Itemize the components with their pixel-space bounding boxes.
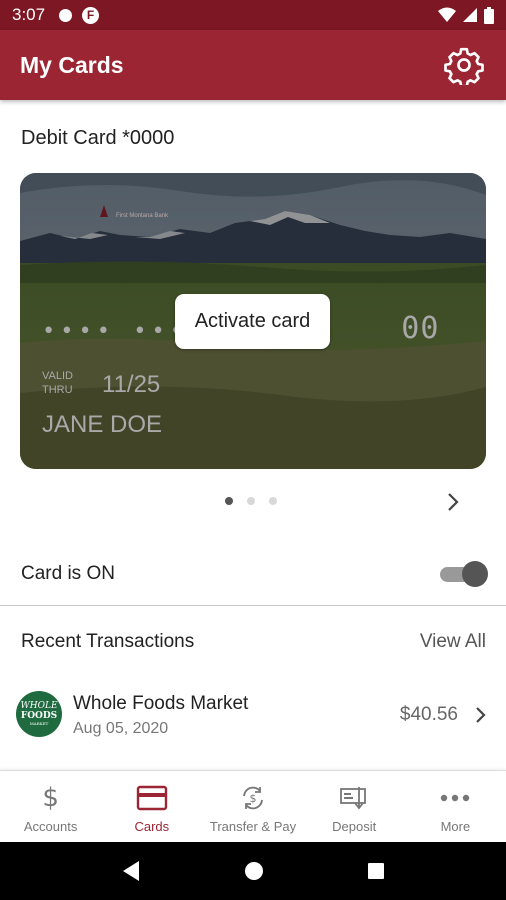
transaction-amount: $40.56 bbox=[399, 704, 458, 725]
nav-deposit[interactable]: Deposit bbox=[304, 771, 405, 842]
nav-label: More bbox=[440, 819, 471, 834]
pager-dot[interactable] bbox=[269, 497, 277, 505]
recents-icon[interactable] bbox=[367, 862, 385, 880]
status-bar: 3:07 F bbox=[0, 0, 506, 30]
card-status-label: Card is ON bbox=[21, 563, 115, 584]
chevron-right-icon bbox=[476, 707, 486, 723]
card-icon bbox=[136, 783, 168, 813]
nav-label: Accounts bbox=[23, 819, 78, 834]
dollar-icon: $ bbox=[42, 783, 59, 813]
more-dots-icon bbox=[439, 783, 471, 813]
card-pager bbox=[225, 497, 277, 505]
card-expiry: 11/25 bbox=[102, 371, 161, 398]
nav-cards[interactable]: Cards bbox=[101, 771, 202, 842]
card-title: Debit Card *0000 bbox=[21, 127, 175, 149]
notification-dot-icon bbox=[59, 8, 73, 22]
nav-transfer-pay[interactable]: $ Transfer & Pay bbox=[202, 771, 303, 842]
pager-dot-active[interactable] bbox=[225, 497, 233, 505]
nav-more[interactable]: More bbox=[405, 771, 506, 842]
notification-app-icon: F bbox=[82, 6, 100, 24]
signal-icon bbox=[463, 8, 477, 22]
transfer-icon: $ bbox=[237, 783, 269, 813]
transaction-row[interactable]: WHOLE FOODS MARKET Whole Foods Market Au… bbox=[0, 680, 506, 750]
wifi-icon bbox=[438, 7, 456, 22]
transaction-date: Aug 05, 2020 bbox=[73, 720, 169, 737]
nav-label: Transfer & Pay bbox=[209, 819, 297, 834]
bottom-nav: $ Accounts Cards $ Transfer & Pay Deposi… bbox=[0, 770, 506, 842]
battery-icon bbox=[484, 6, 494, 24]
page-title: My Cards bbox=[20, 51, 124, 78]
home-icon[interactable] bbox=[244, 861, 264, 881]
card-number-last: 00 bbox=[401, 311, 440, 346]
card-on-toggle[interactable] bbox=[440, 561, 488, 587]
recent-transactions-heading: Recent Transactions bbox=[21, 631, 195, 652]
toggle-thumb bbox=[462, 561, 488, 587]
nav-label: Cards bbox=[134, 819, 170, 834]
system-nav-bar bbox=[0, 842, 506, 900]
app-bar: My Cards bbox=[0, 30, 506, 100]
settings-button[interactable] bbox=[442, 43, 486, 87]
activate-card-button[interactable]: Activate card bbox=[175, 294, 330, 349]
svg-text:$: $ bbox=[250, 792, 257, 805]
merchant-logo: WHOLE FOODS MARKET bbox=[16, 691, 62, 737]
view-all-link[interactable]: View All bbox=[420, 631, 486, 653]
card-valid-label: VALID THRU bbox=[42, 370, 73, 396]
card-holder-name: JANE DOE bbox=[42, 411, 163, 438]
pager-dot[interactable] bbox=[247, 497, 255, 505]
section-divider bbox=[0, 605, 506, 606]
deposit-check-icon bbox=[338, 783, 370, 813]
status-time: 3:07 bbox=[12, 5, 46, 24]
next-card-chevron-icon[interactable] bbox=[443, 490, 463, 514]
gear-icon bbox=[444, 47, 484, 85]
nav-label: Deposit bbox=[332, 819, 377, 834]
transaction-merchant: Whole Foods Market bbox=[73, 693, 249, 714]
back-icon[interactable] bbox=[121, 860, 141, 882]
card-bank-name: First Montana Bank bbox=[116, 213, 169, 219]
nav-accounts[interactable]: $ Accounts bbox=[0, 771, 101, 842]
